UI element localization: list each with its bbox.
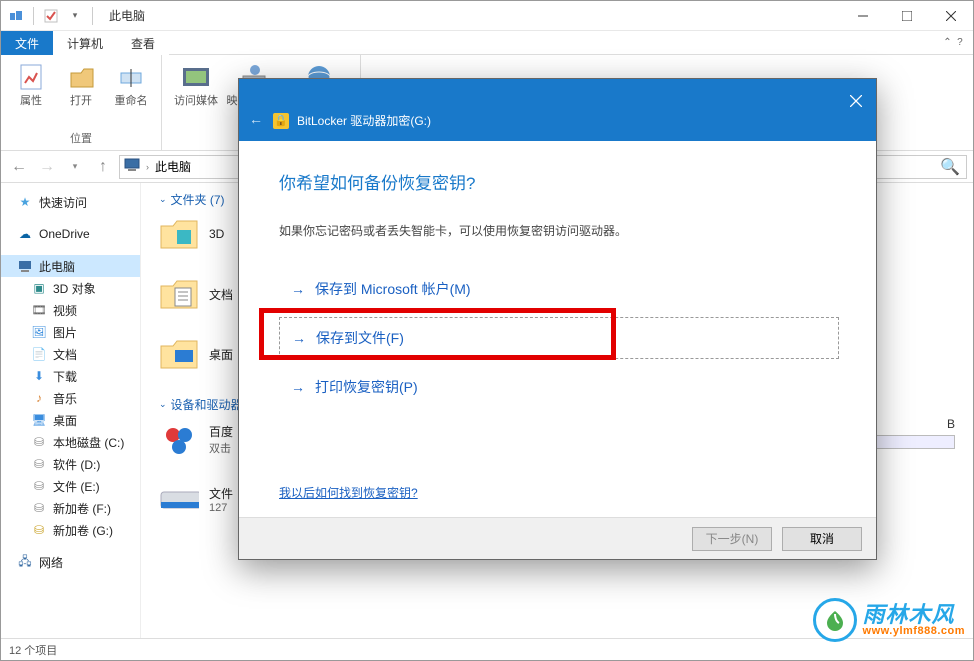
window-title: 此电脑 [109, 7, 145, 24]
navigation-sidebar: ★快速访问 ☁OneDrive 此电脑 ▣3D 对象 🎞视频 🖼图片 📄文档 ⬇… [1, 183, 141, 638]
tab-computer[interactable]: 计算机 [53, 31, 117, 55]
music-icon: ♪ [31, 390, 47, 406]
document-icon: 📄 [31, 346, 47, 362]
dialog-title: BitLocker 驱动器加密(G:) [297, 112, 431, 129]
watermark-text: 雨林木风 [863, 604, 965, 626]
option-save-file[interactable]: →保存到文件(F) [279, 317, 839, 359]
watermark-url: www.ylmf888.com [863, 626, 965, 637]
sidebar-quick-access[interactable]: ★快速访问 [1, 191, 140, 213]
dialog-help-link[interactable]: 我以后如何找到恢复密钥? [279, 484, 418, 501]
folder-icon [159, 274, 199, 314]
dialog-description: 如果你忘记密码或者丢失智能卡，可以使用恢复密钥访问驱动器。 [279, 222, 836, 239]
ribbon-group-location-label: 位置 [70, 130, 92, 148]
ribbon-tabs: 文件 计算机 查看 ⌃ ? [1, 31, 973, 55]
next-button[interactable]: 下一步(N) [692, 527, 772, 551]
sidebar-desktop[interactable]: 🖥桌面 [1, 409, 140, 431]
maximize-button[interactable] [885, 1, 929, 31]
search-icon: 🔍 [940, 157, 960, 177]
option-print[interactable]: →打印恢复密钥(P) [279, 367, 836, 407]
ribbon-collapse-icon[interactable]: ⌃ ? [933, 31, 973, 55]
desktop-icon: 🖥 [31, 412, 47, 428]
recent-dropdown[interactable]: ▾ [63, 155, 87, 179]
item-count: 12 个项目 [9, 642, 57, 658]
back-button[interactable]: ← [7, 155, 31, 179]
dialog-header: ← 🔒 BitLocker 驱动器加密(G:) [239, 79, 876, 141]
dialog-close-button[interactable] [844, 89, 868, 113]
open-icon [65, 61, 97, 93]
folder-icon [159, 214, 199, 254]
sidebar-diskc[interactable]: ⛁本地磁盘 (C:) [1, 431, 140, 453]
cancel-button[interactable]: 取消 [782, 527, 862, 551]
dialog-question: 你希望如何备份恢复密钥? [279, 169, 836, 194]
close-button[interactable] [929, 1, 973, 31]
up-button[interactable]: ↑ [91, 155, 115, 179]
disk-icon: ⛁ [31, 500, 47, 516]
sidebar-pictures[interactable]: 🖼图片 [1, 321, 140, 343]
cube-icon: ▣ [31, 280, 47, 296]
cloud-icon: ☁ [17, 226, 33, 242]
media-icon [180, 61, 212, 93]
tab-view[interactable]: 查看 [117, 31, 169, 55]
disk-icon: ⛁ [31, 434, 47, 450]
disk-icon: ⛁ [31, 456, 47, 472]
bitlocker-icon: 🔒 [273, 113, 289, 129]
arrow-icon: → [291, 281, 305, 297]
sidebar-music[interactable]: ♪音乐 [1, 387, 140, 409]
sidebar-diskd[interactable]: ⛁软件 (D:) [1, 453, 140, 475]
sidebar-diske[interactable]: ⛁文件 (E:) [1, 475, 140, 497]
qat-dropdown-icon[interactable]: ▾ [66, 7, 84, 25]
picture-icon: 🖼 [31, 324, 47, 340]
pc-icon [124, 157, 140, 176]
ribbon-properties[interactable]: 属性 [7, 57, 55, 130]
sidebar-diskg[interactable]: ⛁新加卷 (G:) [1, 519, 140, 541]
minimize-button[interactable] [841, 1, 885, 31]
qat-checkbox-icon[interactable] [42, 7, 60, 25]
ribbon-access-media[interactable]: 访问媒体 [168, 57, 224, 130]
system-menu-icon[interactable] [7, 7, 25, 25]
sidebar-onedrive[interactable]: ☁OneDrive [1, 223, 140, 245]
sidebar-diskf[interactable]: ⛁新加卷 (F:) [1, 497, 140, 519]
sidebar-thispc[interactable]: 此电脑 [1, 255, 140, 277]
sidebar-3dobjects[interactable]: ▣3D 对象 [1, 277, 140, 299]
sidebar-documents[interactable]: 📄文档 [1, 343, 140, 365]
forward-button[interactable]: → [35, 155, 59, 179]
tab-file[interactable]: 文件 [1, 31, 53, 55]
pc-icon [17, 258, 33, 274]
dialog-footer: 下一步(N) 取消 [239, 517, 876, 559]
bitlocker-dialog: ← 🔒 BitLocker 驱动器加密(G:) 你希望如何备份恢复密钥? 如果你… [238, 78, 877, 560]
star-icon: ★ [17, 194, 33, 210]
ribbon-open[interactable]: 打开 [57, 57, 105, 130]
folder-icon [159, 334, 199, 374]
baidu-icon [159, 419, 199, 459]
sidebar-network[interactable]: 🖧网络 [1, 551, 140, 573]
arrow-icon: → [291, 379, 305, 395]
ribbon-rename[interactable]: 重命名 [107, 57, 155, 130]
disk-icon: ⛁ [31, 478, 47, 494]
dialog-back-button[interactable]: ← [249, 111, 263, 127]
properties-icon [15, 61, 47, 93]
disk-lock-icon: ⛁ [31, 522, 47, 538]
drive-icon [159, 479, 199, 519]
download-icon: ⬇ [31, 368, 47, 384]
network-icon: 🖧 [17, 554, 33, 570]
watermark-logo-icon [813, 598, 857, 642]
rename-icon [115, 61, 147, 93]
sidebar-downloads[interactable]: ⬇下载 [1, 365, 140, 387]
sidebar-videos[interactable]: 🎞视频 [1, 299, 140, 321]
breadcrumb-thispc[interactable]: 此电脑 [155, 158, 191, 175]
option-save-microsoft[interactable]: →保存到 Microsoft 帐户(M) [279, 269, 836, 309]
arrow-icon: → [292, 330, 306, 346]
watermark: 雨林木风 www.ylmf888.com [813, 598, 965, 642]
title-bar: ▾ 此电脑 [1, 1, 973, 31]
video-icon: 🎞 [31, 302, 47, 318]
